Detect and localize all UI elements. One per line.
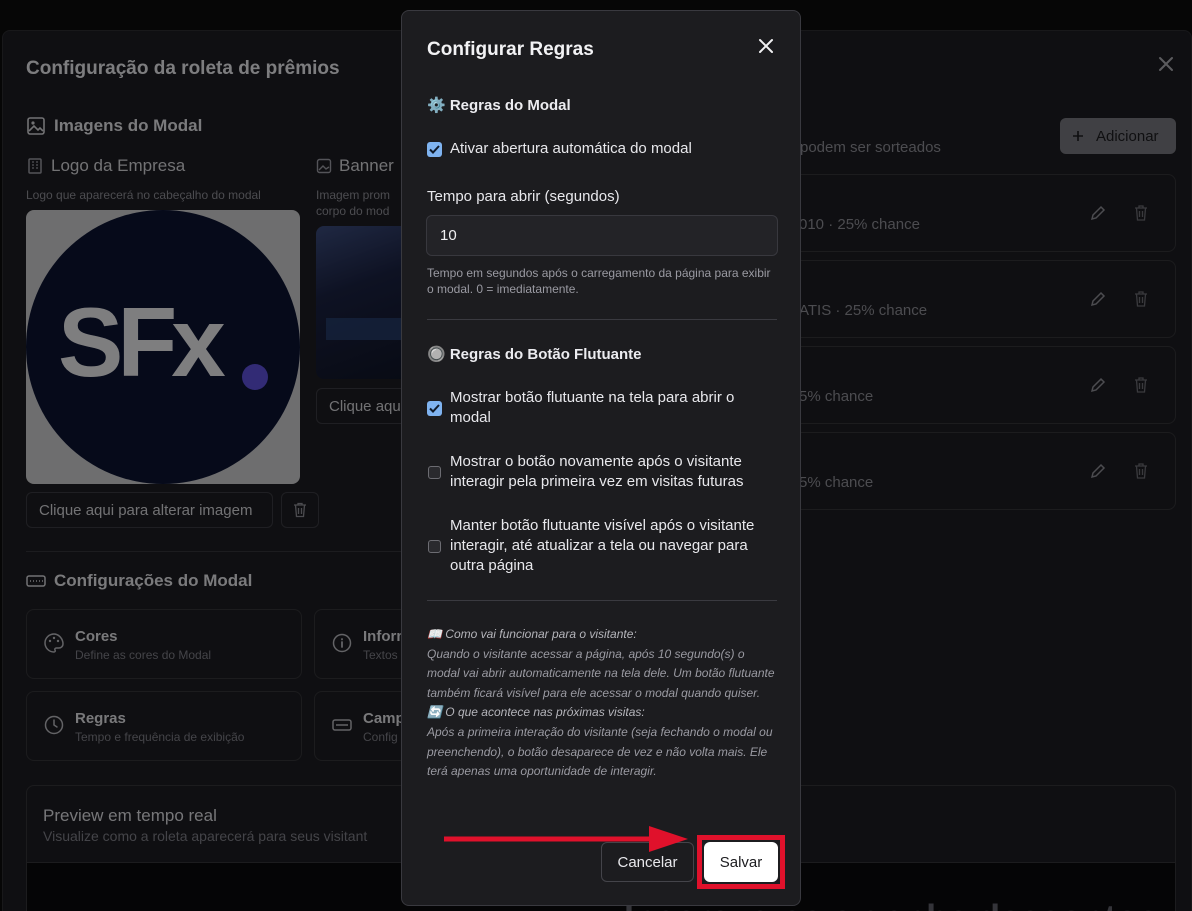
float-option-repeat[interactable]: Mostrar o botão novamente após o visitan…: [427, 452, 777, 492]
auto-open-label: Ativar abertura automática do modal: [450, 140, 692, 157]
auto-open-checkbox[interactable]: [427, 141, 442, 157]
info-text: Quando o visitante acessar a página, apó…: [427, 646, 775, 700]
float-repeat-checkbox[interactable]: [428, 465, 441, 479]
float-show-checkbox[interactable]: [427, 400, 442, 416]
modal-rules-heading: ⚙️ Regras do Modal: [427, 97, 571, 114]
time-label: Tempo para abrir (segundos): [427, 188, 620, 205]
close-icon[interactable]: [757, 37, 775, 55]
float-option-show[interactable]: Mostrar botão flutuante na tela para abr…: [427, 388, 777, 428]
save-highlight: Salvar: [697, 835, 785, 889]
float-rules-heading: 🔘 Regras do Botão Flutuante: [427, 346, 642, 363]
check-icon: [429, 144, 440, 154]
float-repeat-label: Mostrar o botão novamente após o visitan…: [450, 453, 744, 490]
time-input[interactable]: 10: [426, 215, 778, 256]
arrow-annotation: [444, 826, 688, 852]
check-icon: [429, 403, 440, 413]
divider: [427, 600, 777, 601]
float-show-label: Mostrar botão flutuante na tela para abr…: [450, 389, 735, 426]
info-text: Após a primeira interação do visitante (…: [427, 724, 773, 779]
float-keep-checkbox[interactable]: [428, 539, 441, 553]
info-heading: 📖 Como vai funcionar para o visitante:: [427, 627, 637, 641]
dialog-title: Configurar Regras: [427, 39, 594, 60]
divider: [427, 319, 777, 320]
info-box: 📖 Como vai funcionar para o visitante: Q…: [427, 625, 777, 782]
auto-open-option[interactable]: Ativar abertura automática do modal: [427, 139, 777, 159]
save-button[interactable]: Salvar: [704, 842, 778, 882]
rules-dialog: Configurar Regras ⚙️ Regras do Modal Ati…: [401, 10, 801, 906]
float-option-keep[interactable]: Manter botão flutuante visível após o vi…: [427, 516, 777, 576]
float-keep-label: Manter botão flutuante visível após o vi…: [450, 517, 755, 574]
time-help: Tempo em segundos após o carregamento da…: [427, 266, 771, 296]
info-heading: 🔄 O que acontece nas próximas visitas:: [427, 705, 645, 720]
